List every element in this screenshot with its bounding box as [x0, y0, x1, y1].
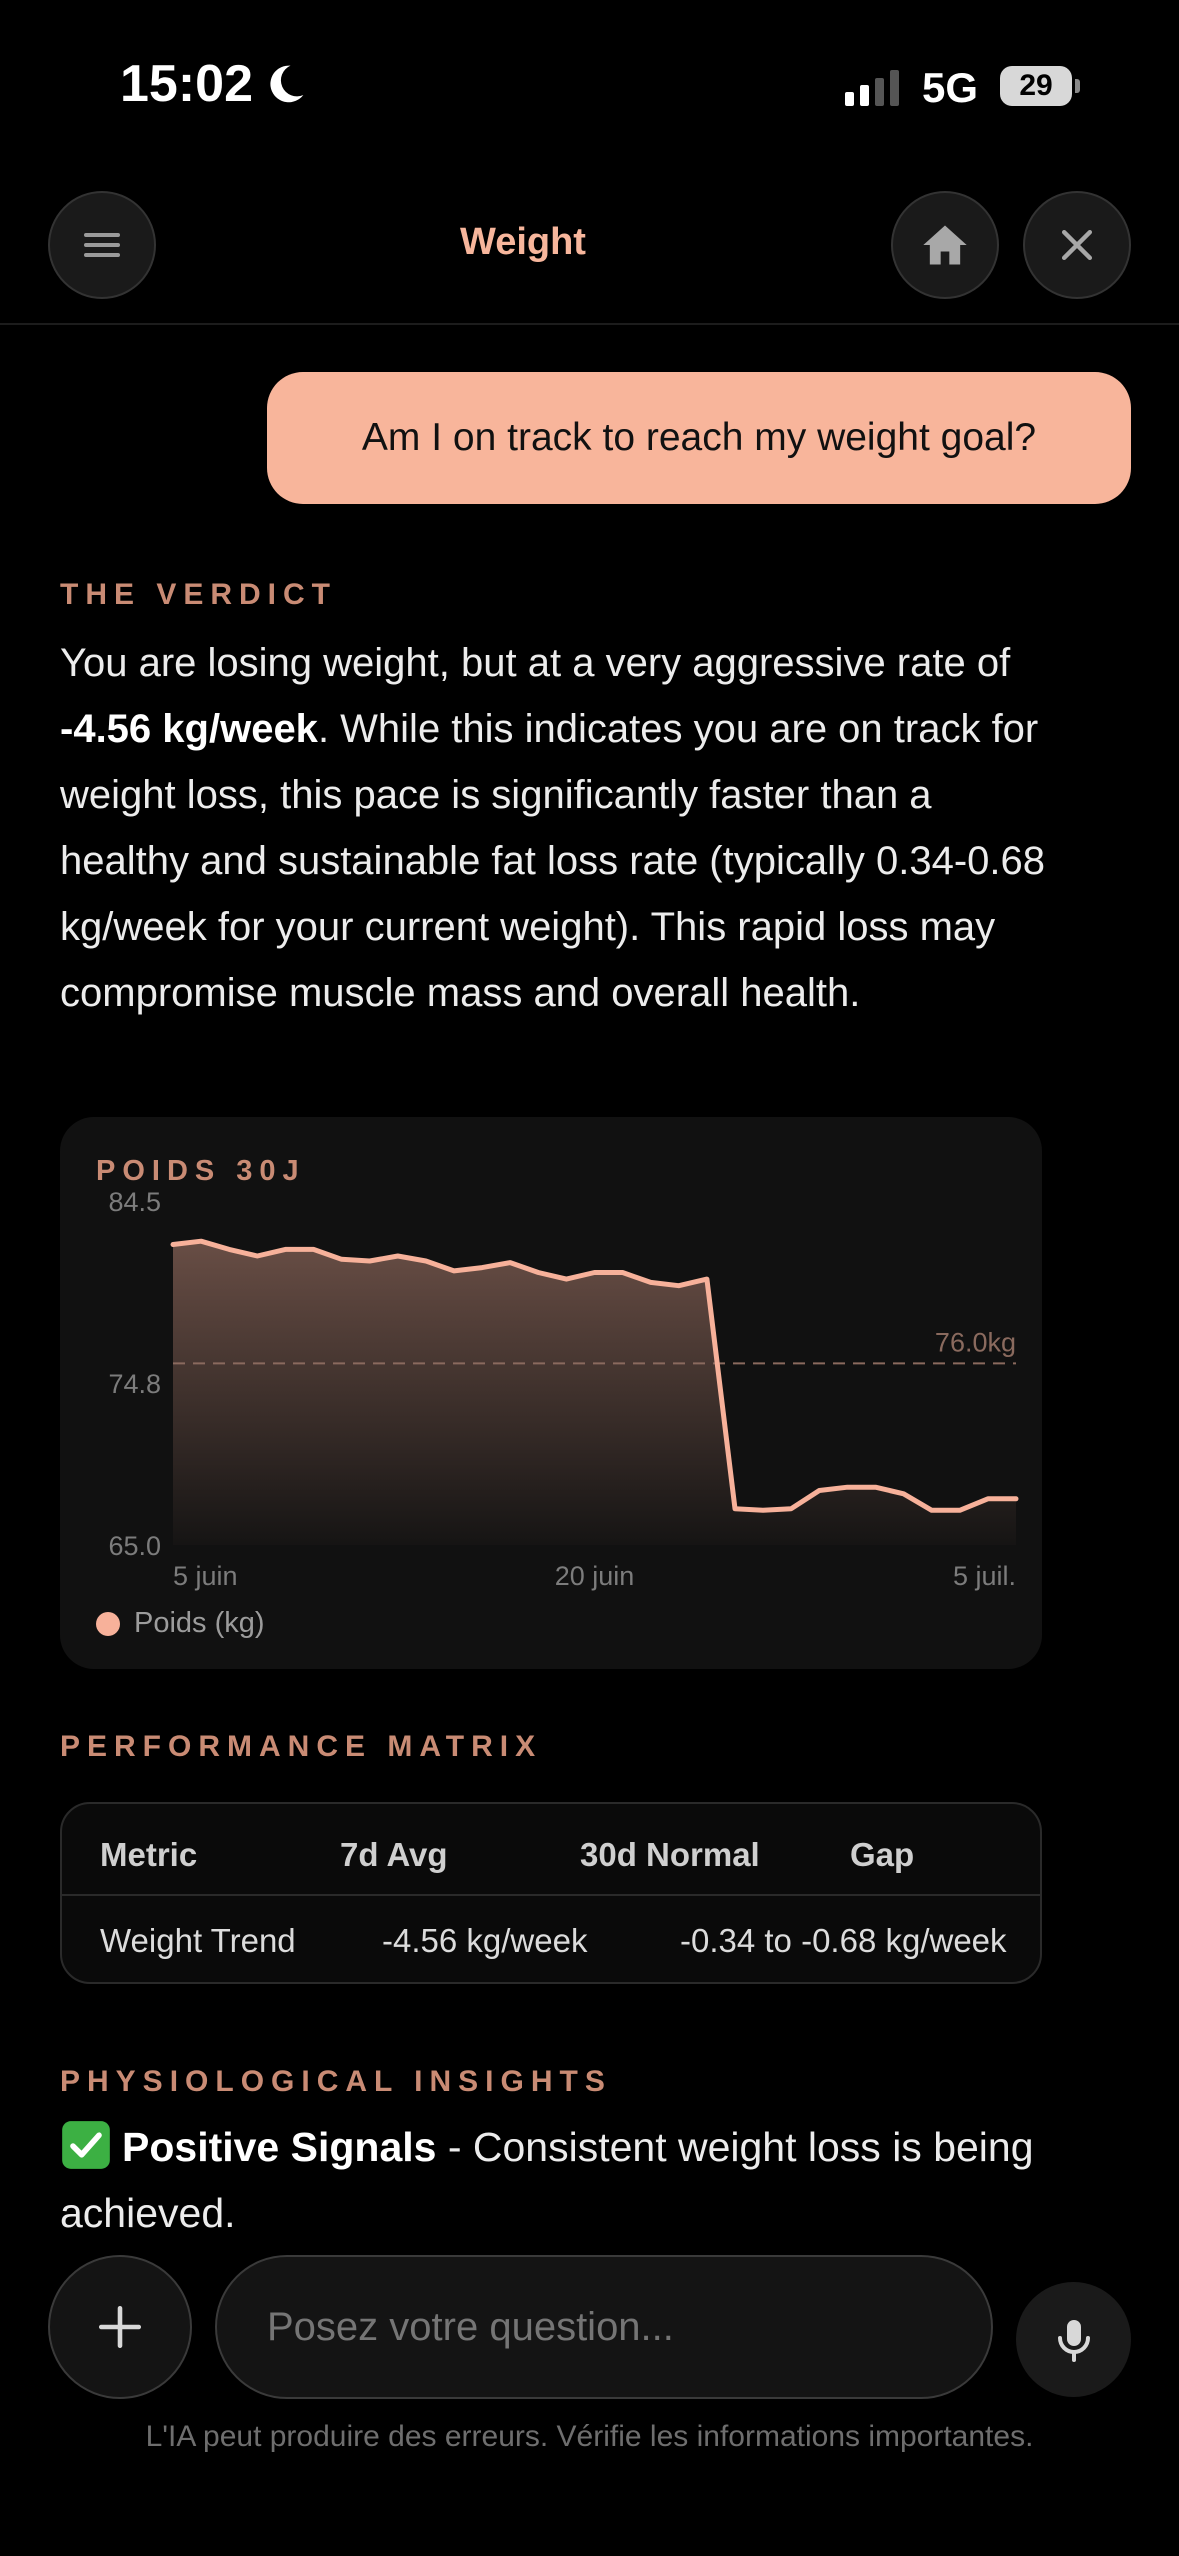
user-message-bubble: Am I on track to reach my weight goal?	[267, 372, 1131, 504]
weight-chart-card: POIDS 30J 76.0kg 84.5 74.8 65.0 5 juin 20 jui…	[60, 1117, 1042, 1669]
insight-title: Positive Signals	[122, 2124, 437, 2170]
battery-icon: 29	[1000, 66, 1080, 106]
legend-label: Poids (kg)	[134, 1607, 265, 1639]
home-icon	[923, 225, 967, 265]
moon-icon	[270, 65, 304, 103]
weight-chart: 76.0kg 84.5 74.8 65.0 5 juin 20 juin 5 juil.	[108, 1187, 1019, 1591]
x-tick-label: 20 juin	[555, 1561, 635, 1591]
page-title: Weight	[460, 221, 586, 263]
insights-heading: PHYSIOLOGICAL INSIGHTS	[60, 2065, 612, 2098]
legend-swatch	[96, 1611, 120, 1636]
voice-input-button[interactable]	[1016, 2282, 1131, 2397]
performance-table: Metric 7d Avg 30d Normal Gap Weight Tren…	[60, 1802, 1042, 1984]
question-input[interactable]	[215, 2255, 993, 2399]
insight-item: Positive Signals - Consistent weight los…	[60, 2114, 1060, 2229]
battery-level: 29	[1019, 69, 1053, 102]
status-time: 15:02	[120, 55, 253, 113]
home-button[interactable]	[891, 191, 999, 299]
network-label: 5G	[922, 64, 979, 111]
table-cell-7d: -4.56 kg/week	[382, 1922, 588, 1959]
performance-heading: PERFORMANCE MATRIX	[60, 1730, 543, 1763]
verdict-heading: THE VERDICT	[60, 578, 338, 611]
x-tick-label: 5 juil.	[953, 1561, 1016, 1591]
table-header-30d: 30d Normal	[580, 1836, 760, 1873]
status-time-group: 15:02	[120, 54, 307, 114]
microphone-icon	[1057, 2319, 1090, 2362]
close-icon	[1061, 229, 1093, 261]
user-message-text: Am I on track to reach my weight goal?	[361, 416, 1037, 459]
x-tick-label: 5 juin	[173, 1561, 238, 1591]
chart-legend: Poids (kg)	[96, 1607, 265, 1640]
table-cell-metric: Weight Trend	[100, 1922, 296, 1959]
verdict-emphasis: -4.56 kg/week	[60, 707, 318, 751]
verdict-text: You are losing weight, but at a very agg…	[60, 630, 1060, 1026]
signal-icon	[845, 70, 899, 106]
table-header-7d: 7d Avg	[340, 1836, 448, 1873]
table-header-gap: Gap	[850, 1836, 915, 1873]
target-weight-label: 76.0kg	[935, 1327, 1016, 1357]
y-tick-label: 84.5	[108, 1187, 161, 1217]
verdict-text-before: You are losing weight, but at a very agg…	[60, 641, 1011, 685]
add-attachment-button[interactable]	[48, 2255, 192, 2399]
table-header-metric: Metric	[100, 1836, 198, 1873]
plus-icon	[98, 2305, 142, 2349]
table-cell-30d: -0.34 to -0.68 kg/week	[680, 1922, 1007, 1959]
close-button[interactable]	[1023, 191, 1131, 299]
weight-area-fill	[173, 1241, 1016, 1545]
check-icon	[62, 2121, 110, 2169]
status-bar: 15:02 5G 29	[0, 0, 1179, 170]
y-tick-label: 74.8	[108, 1369, 161, 1399]
table-divider	[62, 1894, 1040, 1896]
ai-disclaimer: L'IA peut produire des erreurs. Vérifie …	[145, 2420, 1034, 2453]
app-header: Weight	[0, 185, 1179, 325]
verdict-text-after: . While this indicates you are on track …	[60, 707, 1046, 1015]
y-tick-label: 65.0	[108, 1531, 161, 1561]
